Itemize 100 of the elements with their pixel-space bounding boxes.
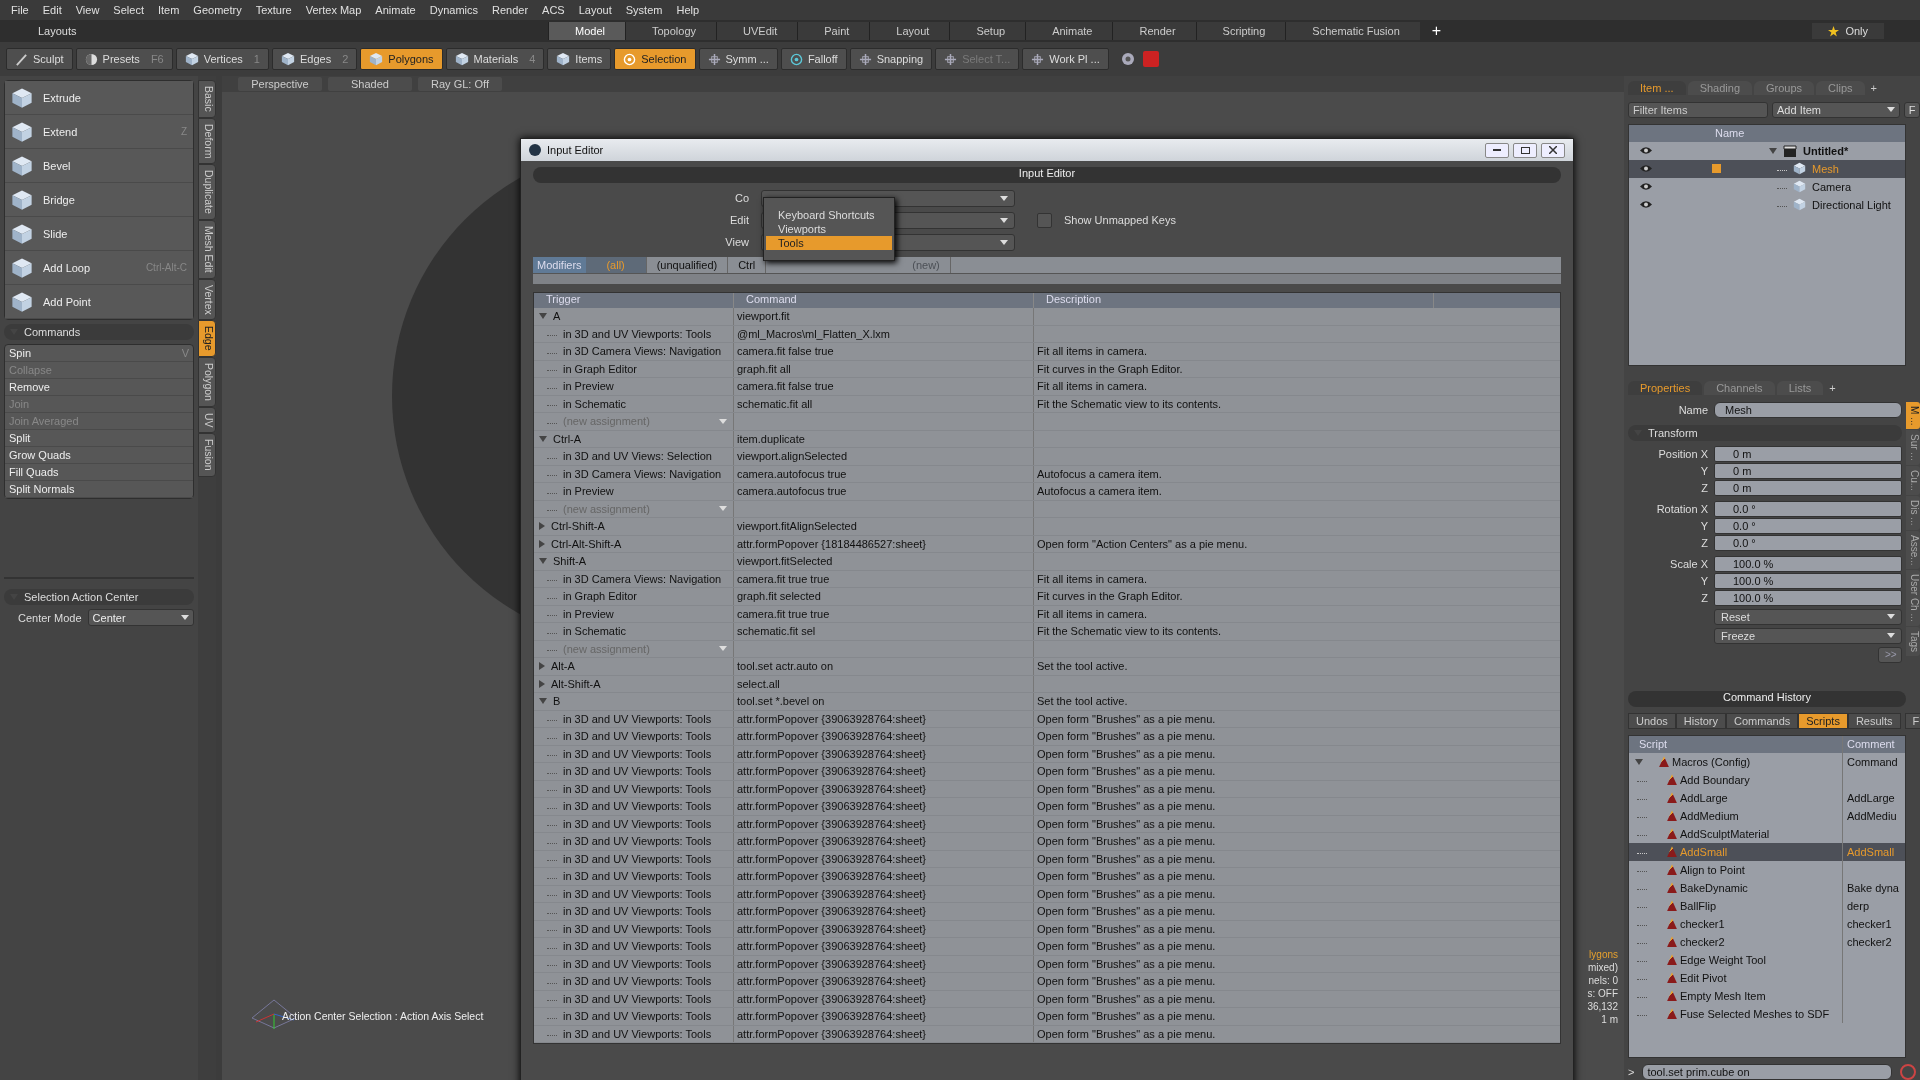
- description-text: Fit all items in camera.: [1037, 345, 1148, 358]
- trigger-text: Ctrl-Alt-Shift-A: [551, 537, 622, 550]
- field-label: Y: [1699, 465, 1708, 477]
- trigger-text: Alt-A: [551, 660, 575, 673]
- trigger-text: in 3D and UV Viewports: Tools: [563, 747, 712, 760]
- command-text: tool.set *.bevel on: [737, 695, 825, 708]
- comment-text: AddMediu: [1846, 809, 1897, 822]
- script-name: BallFlip: [1680, 899, 1717, 912]
- command-text: camera.autofocus true: [737, 485, 847, 498]
- description-text: Open form "Brushes" as a pie menu.: [1037, 712, 1216, 725]
- trigger-text: in 3D and UV Viewports: Tools: [563, 940, 712, 953]
- description-text: Open form "Brushes" as a pie menu.: [1037, 765, 1216, 778]
- trigger-text: in 3D and UV Viewports: Tools: [563, 800, 712, 813]
- trigger-text: in 3D and UV Viewports: Tools: [563, 327, 712, 340]
- command-text: attr.formPopover {18184486527:sheet}: [737, 537, 926, 550]
- field-label: Z: [1700, 537, 1708, 549]
- item-name: Camera: [1812, 180, 1852, 193]
- description-text: Fit the Schematic view to its contents.: [1037, 397, 1222, 410]
- description-text: Fit all items in camera.: [1037, 607, 1148, 620]
- trigger-text: in 3D and UV Viewports: Tools: [563, 817, 712, 830]
- description-text: Open form "Brushes" as a pie menu.: [1037, 905, 1216, 918]
- trigger-text: in Schematic: [563, 397, 626, 410]
- command-text: attr.formPopover {39063928764:sheet}: [737, 782, 926, 795]
- panel-title: Input Editor: [533, 167, 1561, 183]
- trigger-text: in 3D and UV Views: Selection: [563, 450, 712, 463]
- command-text: attr.formPopover {39063928764:sheet}: [737, 992, 926, 1005]
- prompt-text: >: [1628, 1066, 1635, 1078]
- trigger-text: in 3D Camera Views: Navigation: [563, 467, 722, 480]
- description-text: Fit all items in camera.: [1037, 572, 1148, 585]
- trigger-text: in Graph Editor: [563, 362, 637, 375]
- status-text: Action Center Selection : Action Axis Select: [282, 1010, 484, 1022]
- script-name: checker2: [1680, 935, 1725, 948]
- info-text: 1 m: [1601, 1013, 1618, 1026]
- trigger-text: in 3D and UV Viewports: Tools: [563, 765, 712, 778]
- command-text: attr.formPopover {39063928764:sheet}: [737, 712, 926, 725]
- command-text: tool.set actr.auto on: [737, 660, 833, 673]
- description-text: Open form "Brushes" as a pie menu.: [1037, 747, 1216, 760]
- comment-text: Bake dyna: [1846, 881, 1899, 894]
- info-text: nels: 0: [1588, 974, 1618, 987]
- trigger-text: in Graph Editor: [563, 590, 637, 603]
- trigger-text: in 3D and UV Viewports: Tools: [563, 782, 712, 795]
- command-text: graph.fit selected: [737, 590, 821, 603]
- command-text: attr.formPopover {39063928764:sheet}: [737, 765, 926, 778]
- trigger-text: in 3D and UV Viewports: Tools: [563, 992, 712, 1005]
- window-title: Input Editor: [547, 144, 604, 156]
- script-name: checker1: [1680, 917, 1725, 930]
- script-name: AddSmall: [1680, 845, 1728, 858]
- description-text: Open form "Brushes" as a pie menu.: [1037, 1010, 1216, 1023]
- field-label: Co: [733, 192, 749, 204]
- trigger-text: in 3D and UV Viewports: Tools: [563, 922, 712, 935]
- script-name: Align to Point: [1680, 863, 1745, 876]
- description-text: Autofocus a camera item.: [1037, 485, 1162, 498]
- command-text: @ml_Macros\ml_Flatten_X.lxm: [737, 327, 890, 340]
- script-name: BakeDynamic: [1680, 881, 1748, 894]
- script-name: Add Boundary: [1680, 773, 1750, 786]
- script-name: Edit Pivot: [1680, 971, 1727, 984]
- trigger-text: A: [553, 310, 561, 323]
- item-name: Mesh: [1812, 162, 1839, 175]
- comment-text: Command: [1846, 755, 1898, 768]
- section-title: Transform: [1648, 427, 1698, 439]
- field-label: Z: [1700, 592, 1708, 604]
- command-text: viewport.fitAlignSelected: [737, 520, 857, 533]
- description-text: Open form "Action Centers" as a pie menu.: [1037, 537, 1248, 550]
- trigger-text: in 3D and UV Viewports: Tools: [563, 870, 712, 883]
- script-name: Macros (Config): [1672, 755, 1751, 768]
- info-text: lygons: [1589, 948, 1618, 961]
- field-label: Name: [1677, 404, 1708, 416]
- command-text: attr.formPopover {39063928764:sheet}: [737, 905, 926, 918]
- description-text: Open form "Brushes" as a pie menu.: [1037, 835, 1216, 848]
- command-text: schematic.fit sel: [737, 625, 816, 638]
- trigger-text: in Preview: [563, 607, 614, 620]
- trigger-text: in Preview: [563, 485, 614, 498]
- command-text: camera.fit true true: [737, 607, 830, 620]
- column-header: Comment: [1846, 738, 1895, 751]
- trigger-text: in 3D and UV Viewports: Tools: [563, 887, 712, 900]
- description-text: Open form "Brushes" as a pie menu.: [1037, 975, 1216, 988]
- info-text: 36,132: [1587, 1000, 1618, 1013]
- command-text: graph.fit all: [737, 362, 791, 375]
- command-text: attr.formPopover {39063928764:sheet}: [737, 975, 926, 988]
- script-name: Edge Weight Tool: [1680, 953, 1766, 966]
- trigger-text: in 3D and UV Viewports: Tools: [563, 712, 712, 725]
- command-text: viewport.fit: [737, 310, 790, 323]
- description-text: Set the tool active.: [1037, 660, 1128, 673]
- trigger-text: in 3D and UV Viewports: Tools: [563, 730, 712, 743]
- field-label: Y: [1699, 575, 1708, 587]
- trigger-text: in 3D Camera Views: Navigation: [563, 572, 722, 585]
- checkbox-label: Show Unmapped Keys: [1064, 214, 1176, 226]
- field-label: View: [724, 236, 749, 248]
- trigger-text: in Preview: [563, 380, 614, 393]
- item-name: Untitled*: [1803, 144, 1849, 157]
- command-text: camera.autofocus true: [737, 467, 847, 480]
- command-text: attr.formPopover {39063928764:sheet}: [737, 747, 926, 760]
- command-text: attr.formPopover {39063928764:sheet}: [737, 940, 926, 953]
- section-title: Commands: [24, 326, 81, 338]
- column-header: Name: [1715, 127, 1745, 140]
- section-title: Selection Action Center: [24, 591, 139, 603]
- field-label: Center Mode: [18, 611, 82, 624]
- command-text: camera.fit false true: [737, 345, 834, 358]
- command-text: viewport.alignSelected: [737, 450, 848, 463]
- command-text: attr.formPopover {39063928764:sheet}: [737, 957, 926, 970]
